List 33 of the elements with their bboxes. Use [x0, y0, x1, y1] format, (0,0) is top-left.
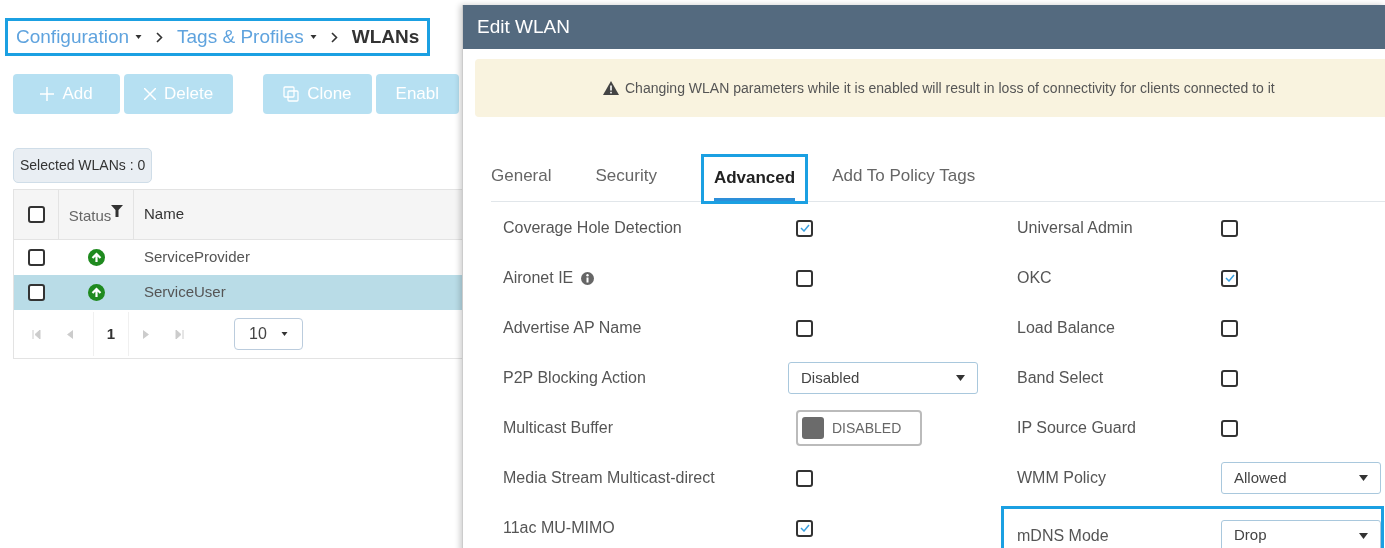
breadcrumb-link[interactable]: WLANs — [351, 22, 420, 52]
dialog-title: Edit WLAN — [477, 14, 570, 39]
column-header[interactable]: Name — [144, 203, 184, 226]
field-label: Band Select — [1017, 368, 1104, 388]
field-label: OKC — [1017, 268, 1052, 288]
tab[interactable]: Advanced — [713, 157, 796, 201]
selection-count: Selected WLANs : 0 — [13, 148, 153, 183]
warning-text: Changing WLAN parameters while it is enabled will result in loss of connectivity for clients connected to it — [625, 78, 1275, 98]
field-label: Load Balance — [1017, 318, 1115, 338]
table-row[interactable]: ServiceUser — [14, 275, 462, 310]
dropdown-select[interactable]: Disabled — [788, 362, 978, 394]
field-label: mDNS Mode — [1017, 525, 1109, 546]
tab[interactable]: Add To Policy Tags — [832, 154, 976, 201]
field-label: IP Source Guard — [1017, 418, 1136, 438]
field-label: Advertise AP Name — [503, 318, 642, 338]
field-label: Multicast Buffer — [503, 418, 613, 438]
field-label: P2P Blocking Action — [503, 368, 646, 388]
field-label: Aironet IE — [503, 268, 574, 288]
page-size-select[interactable]: 10 — [234, 318, 303, 350]
field-label: Coverage Hole Detection — [503, 218, 682, 238]
dropdown-select[interactable]: Allowed — [1221, 462, 1381, 494]
page-number[interactable]: 1 — [93, 312, 129, 356]
toggle-switch[interactable]: DISABLED — [796, 410, 922, 446]
field-label: Universal Admin — [1017, 218, 1133, 238]
tab[interactable]: Security — [595, 154, 657, 201]
field-label: Media Stream Multicast-direct — [503, 468, 715, 488]
column-header[interactable]: Status — [68, 204, 112, 227]
field-label: WMM Policy — [1017, 468, 1106, 488]
table-cell-text: ServiceUser — [144, 282, 226, 303]
table-cell-text: ServiceProvider — [144, 247, 250, 268]
tab[interactable]: General — [491, 154, 552, 201]
field-label: 11ac MU-MIMO — [503, 518, 615, 538]
dropdown-select[interactable]: Drop — [1221, 519, 1381, 548]
